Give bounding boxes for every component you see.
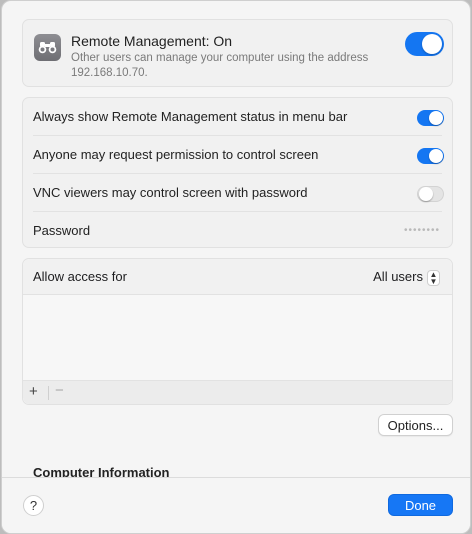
settings-row-label: Always show Remote Management status in … [33, 109, 348, 124]
settings-row-label: Anyone may request permission to control… [33, 147, 319, 162]
settings-row-request-permission: Anyone may request permission to control… [23, 136, 452, 174]
done-button[interactable]: Done [388, 494, 453, 516]
settings-row-vnc-viewers: VNC viewers may control screen with pass… [23, 174, 452, 212]
settings-row-password: Password •••••••• [23, 212, 452, 250]
request-permission-toggle[interactable] [417, 148, 444, 164]
menu-bar-status-toggle[interactable] [417, 110, 444, 126]
allow-access-popup[interactable]: All users [373, 269, 423, 284]
settings-row-menu-bar-status: Always show Remote Management status in … [23, 98, 452, 136]
password-label: Password [33, 223, 91, 238]
allow-access-card: Allow access for All users ▲ ▼ + − [22, 258, 453, 405]
chevron-updown-icon[interactable]: ▲ ▼ [427, 270, 440, 286]
remote-management-title: Remote Management: On [71, 33, 233, 49]
password-field[interactable]: •••••••• [404, 225, 440, 236]
settings-card: Always show Remote Management status in … [22, 97, 453, 248]
binoculars-icon [34, 34, 61, 61]
allow-access-label: Allow access for [33, 269, 127, 284]
remote-management-subtitle: Other users can manage your computer usi… [71, 52, 369, 79]
remote-management-toggle[interactable] [405, 32, 444, 56]
toggle-knob [422, 34, 442, 54]
add-user-button[interactable]: + [29, 383, 38, 400]
options-button[interactable]: Options... [378, 414, 453, 436]
vnc-viewers-toggle[interactable] [417, 186, 444, 202]
user-list[interactable] [23, 295, 452, 381]
list-toolbar: + − [23, 380, 452, 404]
computer-information-heading: Computer Information [33, 465, 170, 477]
help-button[interactable]: ? [23, 495, 44, 516]
remote-management-sheet: Remote Management: On Other users can ma… [1, 0, 471, 534]
toolbar-divider [48, 386, 49, 400]
remote-management-header: Remote Management: On Other users can ma… [22, 19, 453, 87]
remove-user-button[interactable]: − [55, 382, 64, 399]
allow-access-row: Allow access for All users ▲ ▼ [23, 259, 452, 295]
settings-row-label: VNC viewers may control screen with pass… [33, 185, 308, 200]
